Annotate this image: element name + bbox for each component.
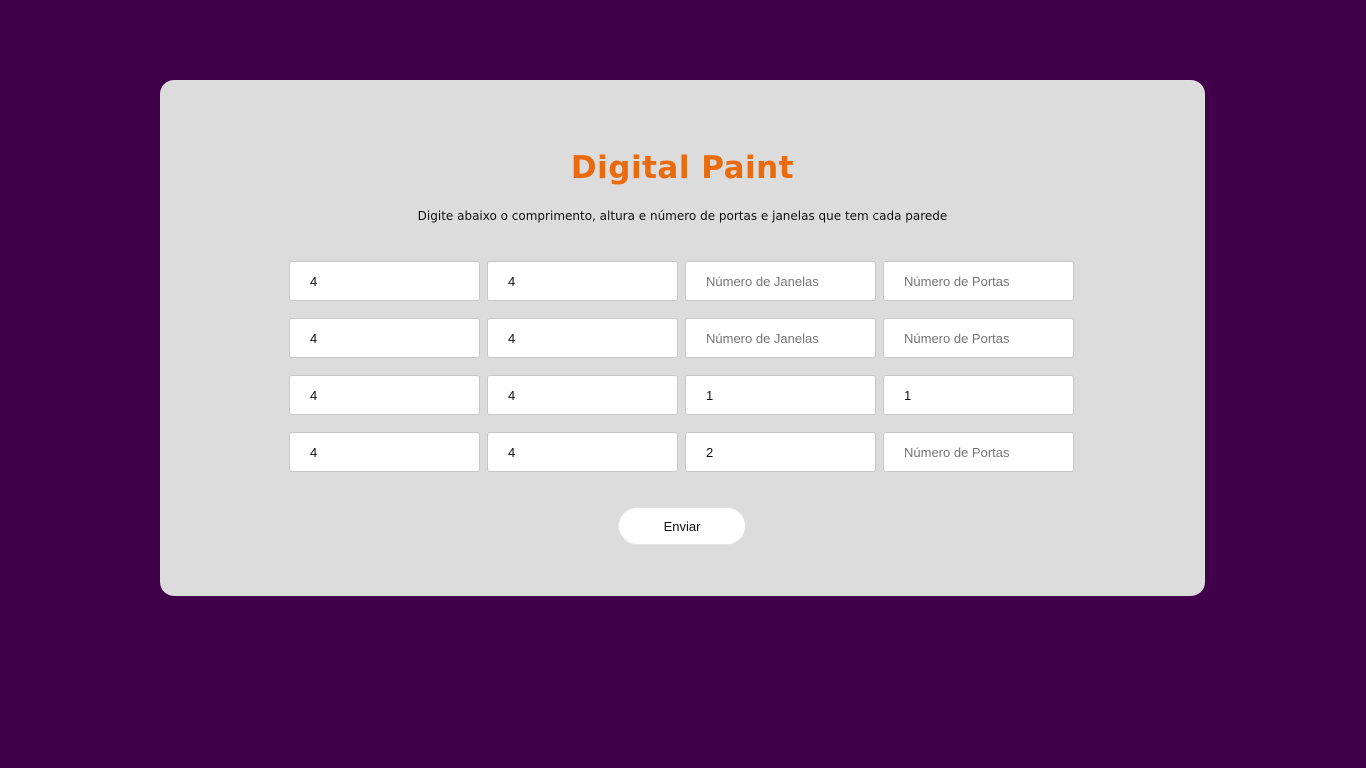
wall-4-length-input[interactable] — [289, 432, 480, 472]
wall-3-height-input[interactable] — [487, 375, 678, 415]
wall-1-height-input[interactable] — [487, 261, 678, 301]
wall-1-windows-input[interactable] — [685, 261, 876, 301]
wall-4-doors-input[interactable] — [883, 432, 1074, 472]
wall-2-height-input[interactable] — [487, 318, 678, 358]
wall-2-length-input[interactable] — [289, 318, 480, 358]
instructions-text: Digite abaixo o comprimento, altura e nú… — [417, 209, 948, 223]
wall-3-length-input[interactable] — [289, 375, 480, 415]
wall-4-windows-input[interactable] — [685, 432, 876, 472]
wall-row-2 — [289, 318, 1075, 358]
page-title: Digital Paint — [570, 150, 795, 186]
wall-2-doors-input[interactable] — [883, 318, 1074, 358]
form-card: Digital Paint Digite abaixo o compriment… — [160, 80, 1205, 596]
wall-row-1 — [289, 261, 1075, 301]
wall-3-windows-input[interactable] — [685, 375, 876, 415]
submit-button[interactable]: Enviar — [618, 507, 746, 545]
wall-1-doors-input[interactable] — [883, 261, 1074, 301]
wall-4-height-input[interactable] — [487, 432, 678, 472]
wall-1-length-input[interactable] — [289, 261, 480, 301]
wall-2-windows-input[interactable] — [685, 318, 876, 358]
walls-grid — [289, 261, 1075, 489]
wall-3-doors-input[interactable] — [883, 375, 1074, 415]
wall-row-3 — [289, 375, 1075, 415]
wall-row-4 — [289, 432, 1075, 472]
